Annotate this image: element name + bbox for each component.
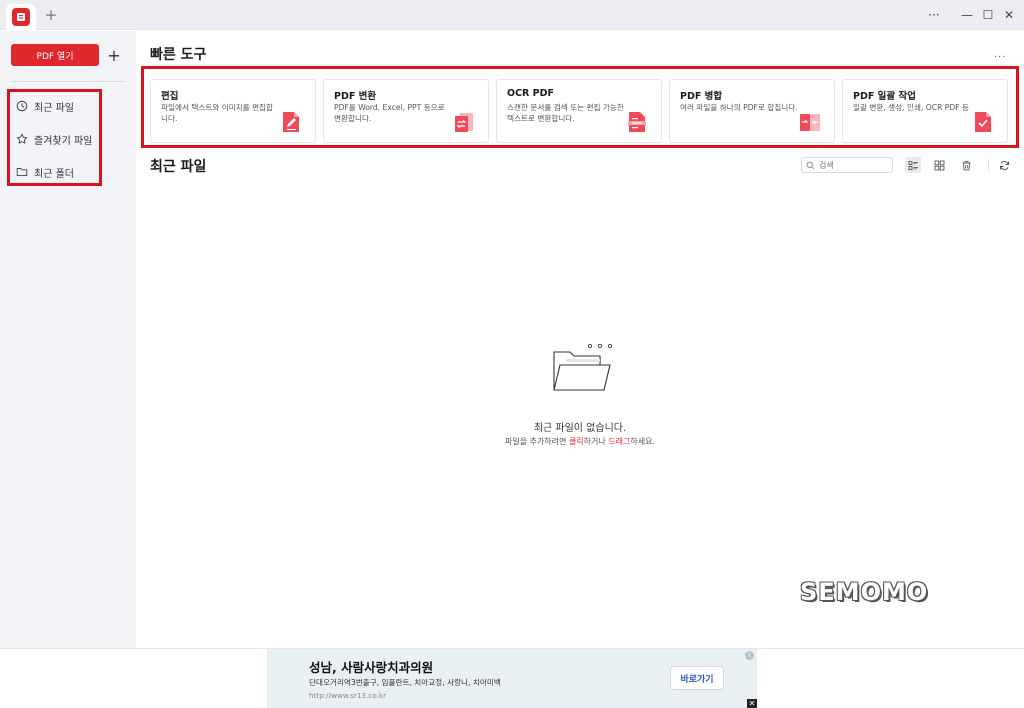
drag-link[interactable]: 드래그 <box>608 437 630 446</box>
tool-card-title: 편집 <box>161 91 179 102</box>
sidebar-item-label: 즐겨찾기 파일 <box>34 135 93 147</box>
app-logo-icon <box>12 8 30 26</box>
sidebar-item-favorite-files[interactable]: 즐겨찾기 파일 <box>16 128 92 150</box>
tool-card-title: PDF 일괄 작업 <box>853 91 916 102</box>
open-pdf-button[interactable]: PDF 열기 <box>11 44 99 66</box>
refresh-button[interactable] <box>996 157 1012 173</box>
edit-pdf-icon <box>279 110 303 134</box>
ad-info-icon[interactable]: i <box>745 651 754 660</box>
add-button[interactable]: + <box>106 44 122 66</box>
trash-icon <box>962 160 970 170</box>
recent-files-title: 최근 파일 <box>150 159 207 175</box>
list-view-button[interactable] <box>905 157 921 173</box>
folder-icon <box>16 166 28 178</box>
toolbar-divider <box>988 159 989 171</box>
main-content: 빠른 도구 ... 편집 파일에서 텍스트와 이미지를 편집합니다. PDF 변… <box>136 31 1024 648</box>
convert-icon <box>452 110 476 134</box>
tool-card-title: PDF 병합 <box>680 91 723 102</box>
sidebar-item-recent-files[interactable]: 최근 파일 <box>16 95 74 117</box>
empty-state-subtitle: 파일을 추가하려면 클릭하거나 드래그하세요. <box>136 436 1024 447</box>
new-tab-button[interactable]: + <box>42 6 60 24</box>
sidebar-item-recent-folders[interactable]: 최근 폴더 <box>16 161 74 183</box>
app-tab[interactable] <box>6 4 36 30</box>
ocr-icon <box>625 110 649 134</box>
empty-state-text: 파일을 추가하려면 <box>504 437 569 446</box>
clock-icon <box>16 100 28 112</box>
watermark: SEMOMO <box>800 578 929 606</box>
tool-card-title: OCR PDF <box>507 88 555 99</box>
maximize-button[interactable]: ☐ <box>979 6 997 24</box>
tool-card-desc: PDF를 Word, Excel, PPT 등으로 변환합니다. <box>334 103 445 123</box>
ad-title: 성남, 사람사랑치과의원 <box>309 660 434 675</box>
ad-goto-button[interactable]: 바로가기 <box>670 666 724 690</box>
sidebar-divider <box>10 81 126 82</box>
empty-state-text: 하세요. <box>630 437 656 446</box>
ad-url: http://www.sr13.co.kr <box>309 691 387 700</box>
sidebar-nav-highlight: 최근 파일 즐겨찾기 파일 최근 폴더 <box>7 89 102 186</box>
quick-tools-title: 빠른 도구 <box>150 47 207 63</box>
grid-view-button[interactable] <box>931 157 947 173</box>
sidebar-item-label: 최근 폴더 <box>34 168 74 180</box>
tool-card-title: PDF 변환 <box>334 91 377 102</box>
sidebar: PDF 열기 + 최근 파일 즐겨찾기 파일 최근 폴더 <box>0 31 136 648</box>
search-icon <box>806 161 815 169</box>
empty-state-text: 하거나 <box>583 437 609 446</box>
clear-history-button[interactable] <box>958 157 974 173</box>
title-bar: + ··· — ☐ ✕ <box>0 0 1024 30</box>
sidebar-item-label: 최근 파일 <box>34 102 74 114</box>
tool-card-batch[interactable]: PDF 일괄 작업 일괄 변환, 생성, 인쇄, OCR PDF 등 <box>842 79 1008 143</box>
empty-state-title: 최근 파일이 없습니다. <box>533 423 627 434</box>
tool-card-desc: 파일에서 텍스트와 이미지를 편집합니다. <box>161 103 274 123</box>
list-view-icon <box>908 160 918 170</box>
click-link[interactable]: 클릭 <box>569 437 584 446</box>
tool-card-merge[interactable]: PDF 병합 여러 파일을 하나의 PDF로 합칩니다. <box>669 79 835 143</box>
close-button[interactable]: ✕ <box>1000 6 1018 24</box>
empty-folder-icon <box>553 343 613 391</box>
ad-bar: 성남, 사람사랑치과의원 단대오거리역3번출구, 임플란트, 치아교정, 사랑니… <box>0 648 1024 708</box>
batch-icon <box>971 110 995 134</box>
minimize-button[interactable]: — <box>958 6 976 24</box>
advertisement[interactable]: 성남, 사람사랑치과의원 단대오거리역3번출구, 임플란트, 치아교정, 사랑니… <box>267 649 757 708</box>
search-box[interactable] <box>801 157 893 173</box>
tool-card-desc: 스캔한 문서를 검색 또는 편집 가능한 텍스트로 변환합니다. <box>507 103 624 123</box>
search-input[interactable] <box>819 160 889 170</box>
refresh-icon <box>999 160 1009 170</box>
star-icon <box>16 133 28 145</box>
quick-tools-highlight: 편집 파일에서 텍스트와 이미지를 편집합니다. PDF 변환 PDF를 Wor… <box>141 66 1019 148</box>
tool-card-convert[interactable]: PDF 변환 PDF를 Word, Excel, PPT 등으로 변환합니다. <box>323 79 489 143</box>
merge-icon <box>798 110 822 134</box>
tool-card-desc: 여러 파일을 하나의 PDF로 합칩니다. <box>680 103 798 112</box>
more-options-button[interactable]: ··· <box>925 6 943 24</box>
ad-close-icon[interactable]: ✕ <box>747 699 757 708</box>
ad-description: 단대오거리역3번출구, 임플란트, 치아교정, 사랑니, 치아미백 <box>309 678 501 687</box>
tool-card-desc: 일괄 변환, 생성, 인쇄, OCR PDF 등 <box>853 103 969 112</box>
tool-card-edit[interactable]: 편집 파일에서 텍스트와 이미지를 편집합니다. <box>150 79 316 143</box>
grid-view-icon <box>934 160 944 170</box>
tool-card-ocr[interactable]: OCR PDF 스캔한 문서를 검색 또는 편집 가능한 텍스트로 변환합니다. <box>496 79 662 143</box>
quick-tools-more-button[interactable]: ... <box>994 49 1007 60</box>
